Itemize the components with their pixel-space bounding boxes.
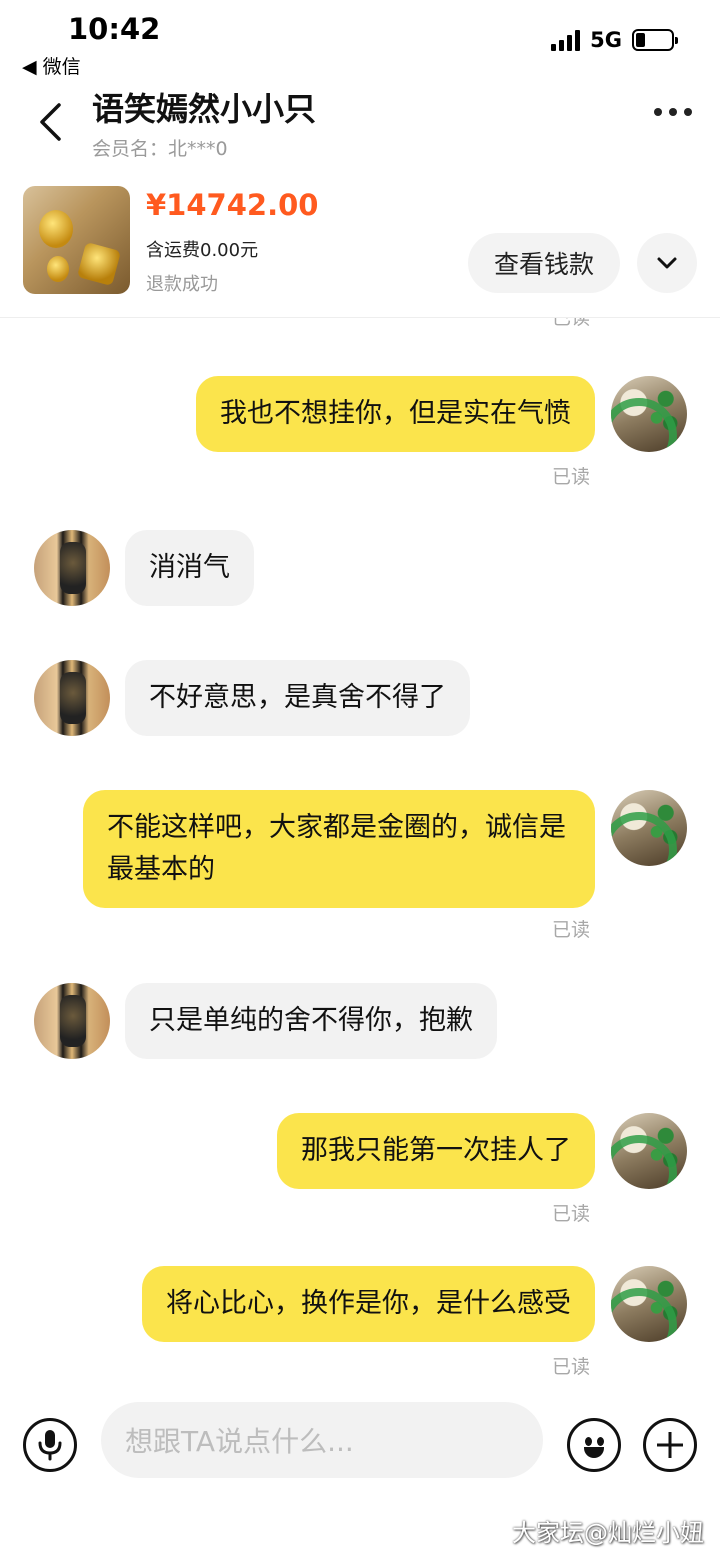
outgoing-message[interactable]: 不能这样吧，大家都是金圈的，诚信是最基本的 [83,790,595,908]
chevron-left-icon [40,103,61,141]
emoji-button[interactable] [567,1418,621,1472]
read-receipt: 已读 [552,466,591,488]
view-payment-button[interactable]: 查看钱款 [468,233,620,293]
battery-icon [632,29,678,51]
order-price: ¥14742.00 [146,188,319,222]
watermark: 大家坛@灿烂小妞 [512,1519,704,1547]
read-receipt: 已读 [552,919,591,941]
more-dot-icon [669,108,677,116]
contact-avatar[interactable] [34,983,110,1059]
contact-avatar[interactable] [34,530,110,606]
product-thumbnail[interactable] [23,186,130,294]
back-button[interactable] [30,100,70,144]
member-name: 会员名：北***0 [92,138,228,160]
more-options-button[interactable] [654,108,692,116]
shipping-fee: 含运费0.00元 [146,240,259,261]
voice-button[interactable] [23,1418,77,1472]
read-receipt: 已读 [552,1203,591,1225]
refund-status: 退款成功 [146,274,218,295]
incoming-message[interactable]: 只是单纯的舍不得你，抱歉 [125,983,497,1059]
outgoing-message[interactable]: 我也不想挂你，但是实在气愤 [196,376,595,452]
back-to-wechat-link[interactable]: ◀ 微信 [22,52,81,79]
outgoing-message[interactable]: 将心比心，换作是你，是什么感受 [142,1266,595,1342]
more-dot-icon [684,108,692,116]
self-avatar[interactable] [611,790,687,866]
network-type: 5G [590,28,622,52]
expand-order-button[interactable] [637,233,697,293]
self-avatar[interactable] [611,1266,687,1342]
incoming-message[interactable]: 消消气 [125,530,254,606]
message-input[interactable]: 想跟TA说点什么... [101,1402,543,1478]
more-dot-icon [654,108,662,116]
battery-level [636,33,645,47]
more-actions-plus-button[interactable] [643,1418,697,1472]
chat-title: 语笑嫣然小小只 [92,90,317,128]
incoming-message[interactable]: 不好意思，是真舍不得了 [125,660,470,736]
chevron-down-icon [657,257,677,269]
status-indicators: 5G [551,28,678,52]
read-receipt: 已读 [552,318,591,329]
status-time: 10:42 [68,12,161,46]
self-avatar[interactable] [611,1113,687,1189]
emoji-icon [585,1437,592,1446]
read-receipt: 已读 [552,1356,591,1378]
microphone-icon [38,1430,62,1461]
self-avatar[interactable] [611,376,687,452]
outgoing-message[interactable]: 那我只能第一次挂人了 [277,1113,595,1189]
contact-avatar[interactable] [34,660,110,736]
signal-icon [551,29,581,51]
